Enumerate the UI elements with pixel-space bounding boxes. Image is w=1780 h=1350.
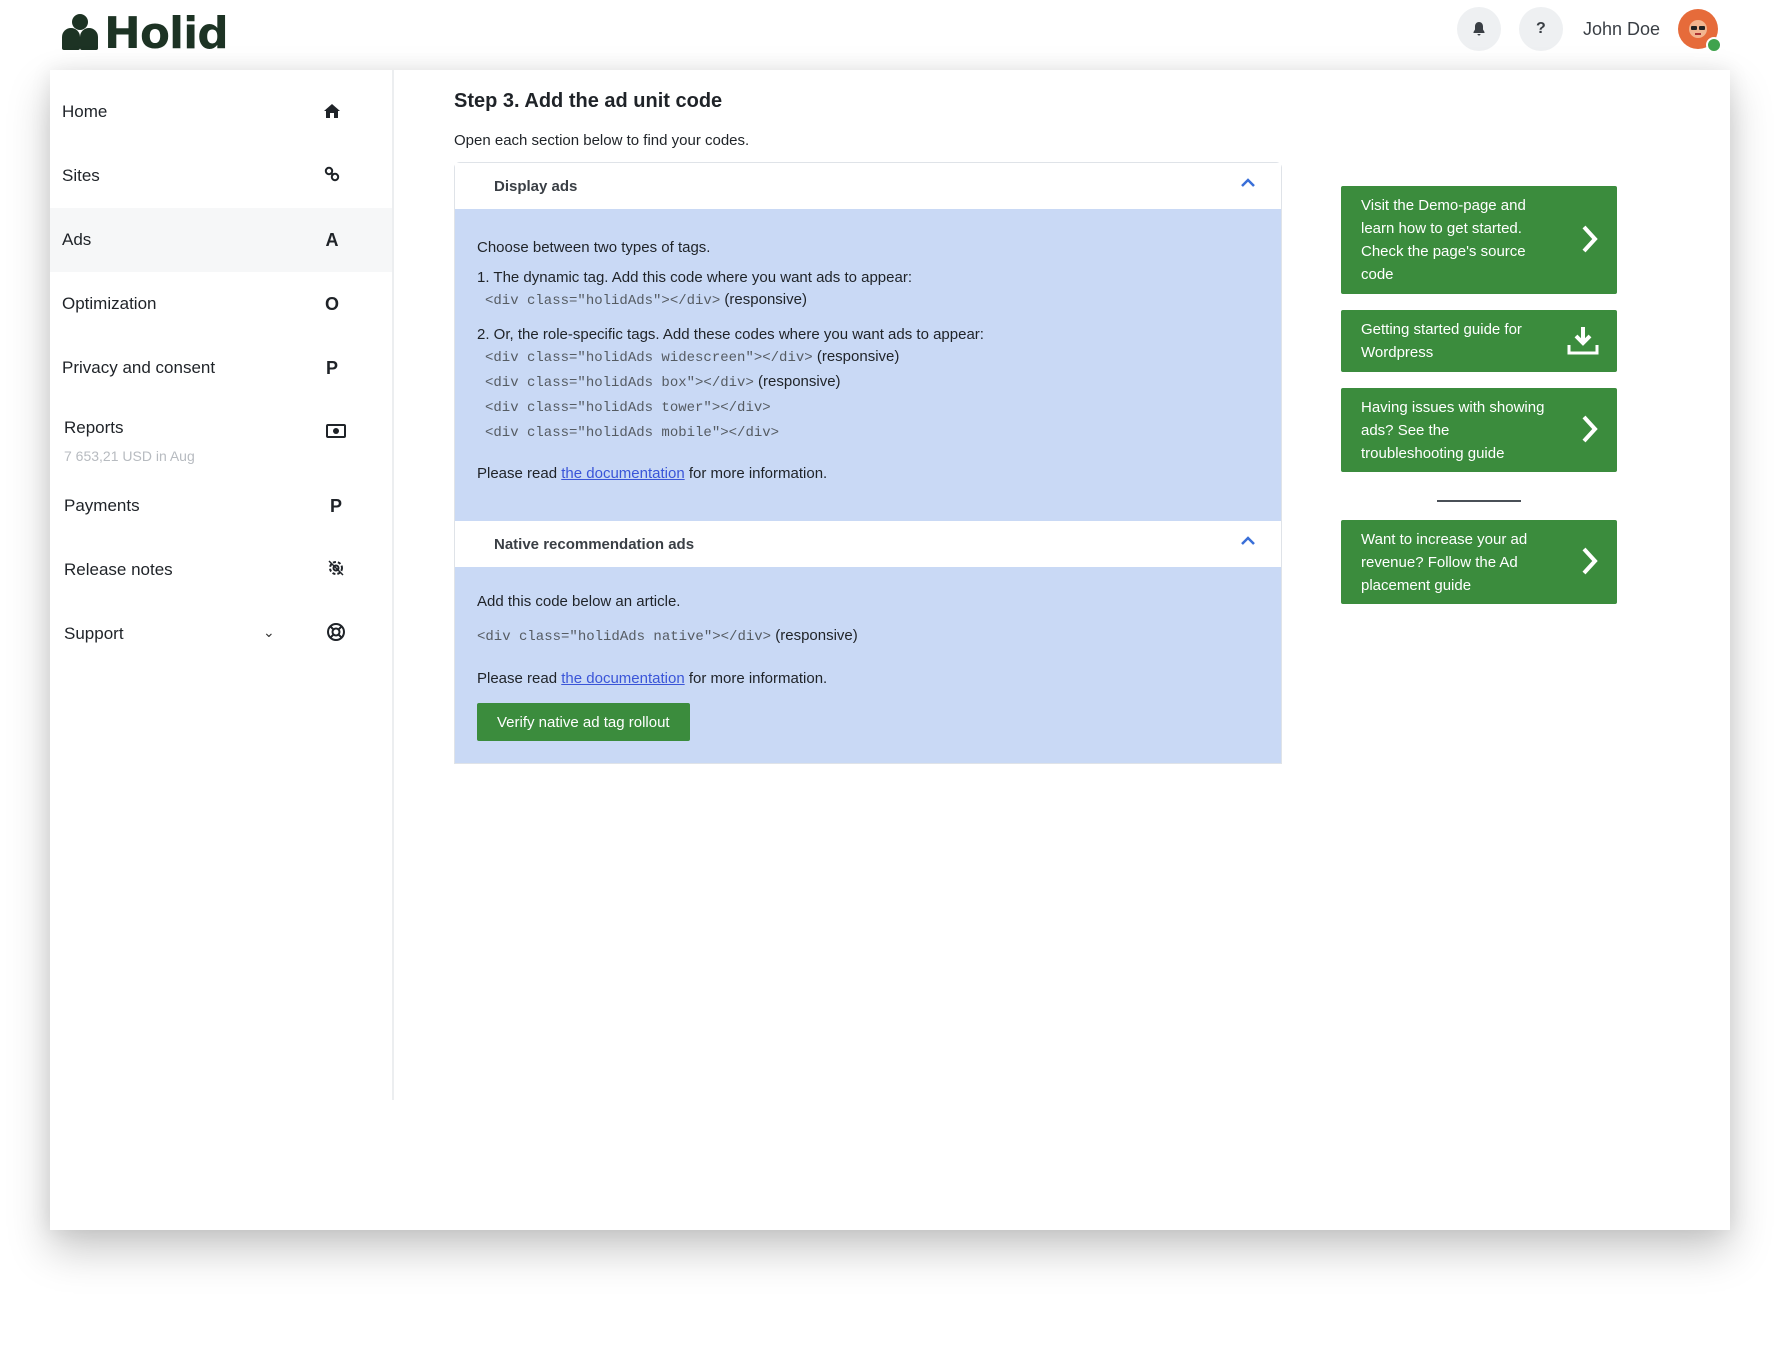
doc-note-suffix: for more information.	[688, 465, 828, 482]
sidebar-item-sites[interactable]: Sites	[50, 144, 392, 208]
sidebar-item-release-notes[interactable]: Release notes	[50, 538, 392, 602]
page-subtitle: Open each section below to find your cod…	[454, 132, 750, 149]
chevron-down-icon[interactable]: ⌄	[263, 624, 275, 641]
dynamic-tag-code[interactable]: <div class="holidAds"></div>	[485, 293, 720, 309]
doc-note-prefix: Please read	[477, 465, 558, 482]
doc-note-suffix: for more information.	[688, 670, 828, 687]
role-tag-code[interactable]: <div class="holidAds box"></div>	[485, 375, 754, 391]
doc-note-prefix: Please read	[477, 670, 558, 687]
dynamic-tag-row: <div class="holidAds"></div> (responsive…	[485, 291, 807, 309]
role-tags-instruction: 2. Or, the role-specific tags. Add these…	[477, 326, 984, 343]
display-ads-header[interactable]: Display ads	[455, 163, 1281, 209]
ad-placement-card[interactable]: Want to increase your ad revenue? Follow…	[1341, 520, 1617, 604]
chevron-up-icon[interactable]	[1241, 533, 1255, 551]
sidebar-item-privacy-and-consent[interactable]: Privacy and consent P	[50, 336, 392, 400]
display-ads-title: Display ads	[494, 177, 578, 195]
role-tag-code[interactable]: <div class="holidAds tower"></div>	[485, 400, 771, 416]
lifebuoy-icon	[322, 622, 350, 647]
sidebar-item-support[interactable]: Support ⌄	[50, 602, 392, 666]
card-text: Want to increase your ad revenue? Follow…	[1361, 530, 1528, 594]
sidebar-item-label: Payments	[64, 496, 140, 515]
chevron-up-icon[interactable]	[1241, 175, 1255, 193]
cards-divider	[1437, 500, 1521, 502]
wordpress-guide-card[interactable]: Getting started guide for Wordpress	[1341, 310, 1617, 372]
user-name[interactable]: John Doe	[1583, 19, 1660, 40]
chevron-right-icon	[1581, 546, 1599, 578]
native-ads-header[interactable]: Native recommendation ads	[455, 521, 1281, 567]
role-tag-row: <div class="holidAds mobile"></div>	[485, 423, 779, 441]
native-ads-intro: Add this code below an article.	[477, 593, 681, 610]
avatar-face-icon	[1689, 20, 1707, 38]
chevron-right-icon	[1581, 224, 1599, 256]
documentation-note: Please read the documentation for more i…	[477, 670, 827, 687]
role-tag-code[interactable]: <div class="holidAds mobile"></div>	[485, 425, 779, 441]
card-text: Visit the Demo-page and learn how to get…	[1361, 197, 1526, 283]
gear-icon	[322, 558, 350, 583]
brand-name: Holid	[104, 7, 229, 59]
header-actions: ? John Doe	[1456, 6, 1722, 53]
letter-p-icon: P	[325, 357, 338, 378]
display-ads-panel: Choose between two types of tags. 1. The…	[455, 209, 1281, 521]
reports-revenue-summary: 7 653,21 USD in Aug	[64, 448, 195, 464]
notifications-button[interactable]	[1456, 7, 1501, 51]
display-ads-intro: Choose between two types of tags.	[477, 239, 711, 256]
native-ads-title: Native recommendation ads	[494, 535, 695, 553]
help-icon: ?	[1536, 20, 1546, 37]
sidebar-item-payments[interactable]: Payments P	[50, 474, 392, 538]
letter-p-icon: P	[329, 495, 342, 516]
chevron-right-icon	[1581, 414, 1599, 446]
role-tag-code[interactable]: <div class="holidAds widescreen"></div>	[485, 350, 813, 366]
documentation-note: Please read the documentation for more i…	[477, 465, 827, 482]
online-status-dot	[1706, 37, 1722, 53]
sidebar-item-label: Reports	[64, 418, 124, 437]
letter-a-icon: A	[325, 229, 339, 250]
demo-page-card[interactable]: Visit the Demo-page and learn how to get…	[1341, 186, 1617, 294]
sidebar-item-label: Sites	[62, 166, 100, 185]
holid-logo-icon	[62, 14, 98, 52]
page-title: Step 3. Add the ad unit code	[454, 90, 723, 112]
link-icon	[318, 166, 346, 187]
card-text: Getting started guide for Wordpress	[1361, 321, 1522, 361]
role-tag-row: <div class="holidAds box"></div> (respon…	[485, 373, 841, 391]
sidebar-item-label: Optimization	[62, 294, 157, 313]
responsive-note: (responsive)	[724, 291, 807, 308]
native-ads-panel: Add this code below an article. <div cla…	[455, 567, 1281, 763]
card-text: Having issues with showing ads? See the …	[1361, 398, 1545, 462]
sidebar-item-home[interactable]: Home	[50, 80, 392, 144]
ad-code-accordion: Display ads Choose between two types of …	[454, 162, 1282, 764]
money-icon	[322, 422, 350, 443]
sidebar-item-label: Privacy and consent	[62, 358, 216, 377]
sidebar-item-optimization[interactable]: Optimization O	[50, 272, 392, 336]
sidebar-item-label: Release notes	[64, 560, 173, 579]
native-tag-row: <div class="holidAds native"></div> (res…	[477, 627, 858, 645]
app-window: Home Sites Ads A Optimization O Privacy …	[50, 70, 1730, 1230]
sidebar-item-label: Support	[64, 624, 124, 643]
sidebar: Home Sites Ads A Optimization O Privacy …	[50, 70, 394, 1100]
sidebar-item-ads[interactable]: Ads A	[50, 208, 392, 272]
help-button[interactable]: ?	[1518, 7, 1563, 51]
brand-logo[interactable]: Holid	[62, 7, 229, 59]
sidebar-item-label: Home	[62, 102, 108, 121]
sidebar-item-reports[interactable]: Reports 7 653,21 USD in Aug	[50, 400, 392, 474]
role-tag-row: <div class="holidAds widescreen"></div> …	[485, 348, 899, 366]
sidebar-item-label: Ads	[62, 230, 92, 249]
responsive-note: (responsive)	[758, 373, 841, 390]
documentation-link[interactable]: the documentation	[561, 465, 684, 482]
dynamic-tag-instruction: 1. The dynamic tag. Add this code where …	[477, 269, 912, 286]
download-icon	[1567, 325, 1599, 357]
home-icon	[318, 102, 346, 123]
responsive-note: (responsive)	[775, 627, 858, 644]
role-tag-row: <div class="holidAds tower"></div>	[485, 398, 771, 416]
bell-icon	[1473, 22, 1485, 36]
responsive-note: (responsive)	[816, 348, 900, 365]
native-tag-code[interactable]: <div class="holidAds native"></div>	[477, 629, 771, 645]
troubleshooting-card[interactable]: Having issues with showing ads? See the …	[1341, 388, 1617, 472]
letter-o-icon: O	[324, 293, 339, 314]
verify-native-tag-button[interactable]: Verify native ad tag rollout	[477, 703, 690, 741]
documentation-link[interactable]: the documentation	[561, 670, 684, 687]
avatar[interactable]	[1678, 9, 1722, 53]
